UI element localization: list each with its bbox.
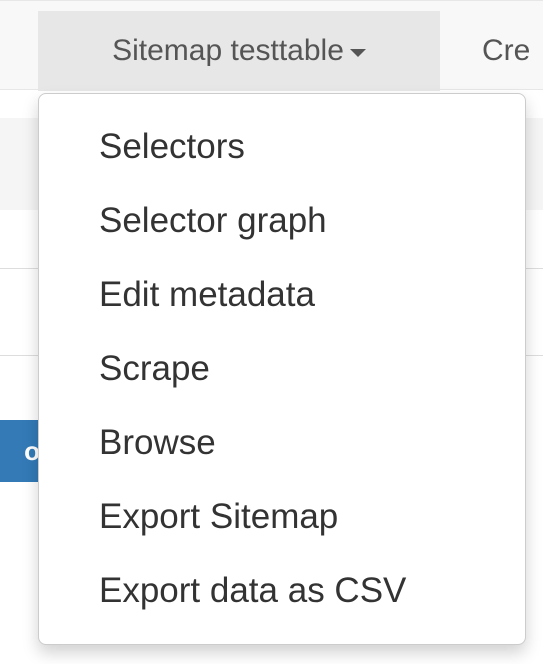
nav-item-create-label: Cre: [482, 34, 531, 67]
dropdown-menu-list: Selectors Selector graph Edit metadata S…: [39, 110, 525, 628]
sitemap-dropdown-label: Sitemap testtable: [112, 34, 344, 67]
menu-item-selector-graph[interactable]: Selector graph: [39, 184, 525, 258]
sitemap-dropdown-toggle[interactable]: Sitemap testtable: [38, 11, 440, 91]
menu-item-scrape[interactable]: Scrape: [39, 332, 525, 406]
menu-item-export-csv[interactable]: Export data as CSV: [39, 554, 525, 628]
background-primary-button[interactable]: o: [0, 420, 42, 482]
menu-item-label: Selector graph: [99, 201, 327, 240]
menu-item-label: Selectors: [99, 127, 245, 166]
sitemap-dropdown-menu: Selectors Selector graph Edit metadata S…: [38, 93, 526, 645]
nav-item-create[interactable]: Cre: [482, 11, 543, 91]
caret-down-icon: [349, 49, 366, 57]
menu-item-export-sitemap[interactable]: Export Sitemap: [39, 480, 525, 554]
menu-item-browse[interactable]: Browse: [39, 406, 525, 480]
menu-item-label: Export data as CSV: [99, 571, 407, 610]
menu-item-label: Edit metadata: [99, 275, 315, 314]
menu-item-edit-metadata[interactable]: Edit metadata: [39, 258, 525, 332]
navbar: Sitemap testtable Cre: [0, 0, 543, 91]
menu-item-selectors[interactable]: Selectors: [39, 110, 525, 184]
menu-item-label: Export Sitemap: [99, 497, 339, 536]
menu-item-label: Browse: [99, 423, 216, 462]
menu-item-label: Scrape: [99, 349, 210, 388]
